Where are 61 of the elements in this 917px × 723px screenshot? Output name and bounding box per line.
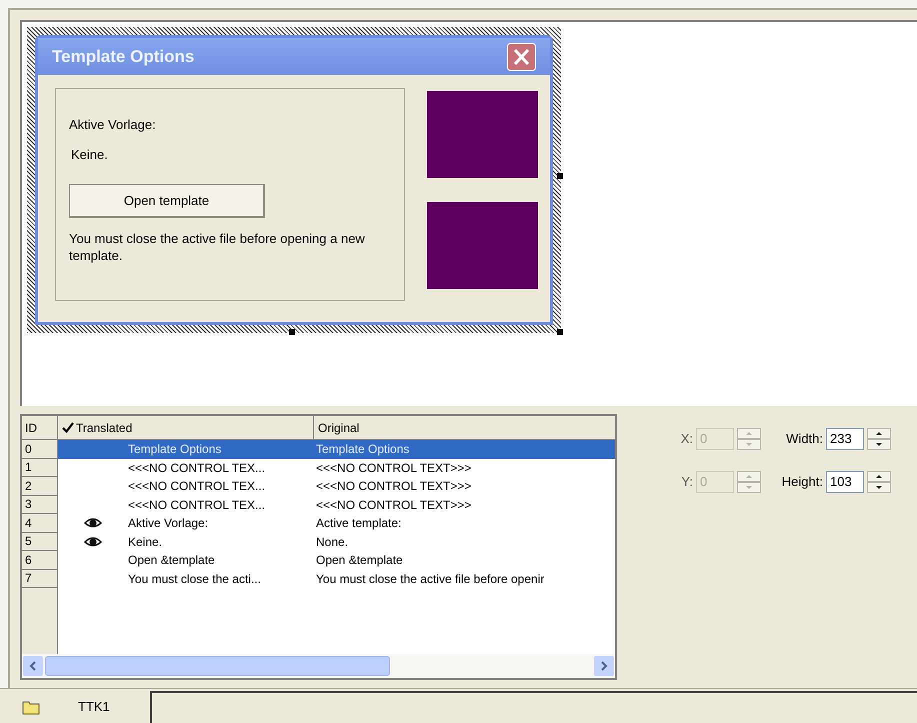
folder-icon xyxy=(22,700,40,714)
close-icon[interactable] xyxy=(507,42,536,70)
resize-handle[interactable] xyxy=(289,329,295,335)
number-field[interactable]: 233 xyxy=(826,428,864,450)
original-text: Active template: xyxy=(315,515,402,532)
translated-text: You must close the acti... xyxy=(128,570,262,588)
original-text: None. xyxy=(315,534,348,551)
translated-text: <<<NO CONTROL TEX... xyxy=(128,496,266,514)
eye-icon xyxy=(84,517,102,530)
scroll-right-button[interactable] xyxy=(594,656,614,676)
message-text: You must close the active file before opening a new template. xyxy=(69,230,366,264)
translated-text: Aktive Vorlage: xyxy=(128,515,210,532)
translated-text: <<<NO CONTROL TEX... xyxy=(128,460,266,477)
field-label: Height: xyxy=(782,472,823,491)
row-number: 4 xyxy=(22,514,58,532)
scroll-thumb[interactable] xyxy=(45,656,390,676)
original-text: <<<NO CONTROL TEXT>>> xyxy=(315,478,472,496)
checkmark-icon xyxy=(62,422,74,433)
resize-handle[interactable] xyxy=(557,173,563,179)
translated-text: Keine. xyxy=(128,534,164,551)
table-row[interactable]: <<<NO CONTROL TEX... <<<NO CONTROL TEXT>>> xyxy=(58,458,615,477)
row-number: 0 xyxy=(22,440,58,458)
column-header[interactable]: Original xyxy=(314,416,615,439)
spinner-arrows-icon[interactable] xyxy=(867,428,891,450)
row-number: 6 xyxy=(22,551,58,570)
translated-text: <<<NO CONTROL TEX... xyxy=(128,478,266,496)
open-template-button[interactable]: Open template xyxy=(69,184,265,218)
table-row[interactable]: <<<NO CONTROL TEX... <<<NO CONTROL TEXT>>> xyxy=(58,496,615,514)
original-text: <<<NO CONTROL TEXT>>> xyxy=(315,460,472,477)
original-text: Template Options xyxy=(315,441,410,458)
original-text: You must close the active file before openir xyxy=(315,570,544,588)
field-label: Y: xyxy=(681,472,693,491)
column-header[interactable]: ID xyxy=(22,416,58,439)
table-row[interactable]: You must close the acti... You must close the active file before openir xyxy=(58,570,615,588)
row-number: 3 xyxy=(22,496,58,514)
table-row[interactable]: Template Options Template Options xyxy=(58,440,615,458)
field-label: Width: xyxy=(786,430,823,448)
horizontal-scrollbar[interactable] xyxy=(22,654,615,678)
table-row[interactable]: Keine. None. xyxy=(58,532,615,551)
field-label: X: xyxy=(680,430,693,448)
table-row[interactable]: Aktive Vorlage: Active template: xyxy=(58,514,615,532)
row-number: 7 xyxy=(22,570,58,588)
table-row[interactable]: Open &template Open &template xyxy=(58,551,615,570)
translated-text: Template Options xyxy=(128,441,222,458)
table-row[interactable]: <<<NO CONTROL TEX... <<<NO CONTROL TEXT>>> xyxy=(58,477,615,496)
row-number: 1 xyxy=(22,458,58,477)
row-number: 2 xyxy=(22,477,58,496)
number-field[interactable]: 103 xyxy=(826,470,864,492)
original-text: <<<NO CONTROL TEXT>>> xyxy=(315,496,472,514)
eye-icon xyxy=(84,536,102,548)
translated-text: Open &template xyxy=(128,552,216,570)
dialog-title: Template Options xyxy=(52,46,194,68)
template-value: Keine. xyxy=(71,146,109,164)
row-number: 5 xyxy=(22,532,58,551)
column-header[interactable]: Translated xyxy=(58,416,314,439)
active-template-label: Aktive Vorlage: xyxy=(69,116,157,134)
scroll-left-button[interactable] xyxy=(23,656,43,676)
spinner-arrows-icon[interactable] xyxy=(867,470,891,492)
column-title: Translated xyxy=(76,420,132,436)
original-text: Open &template xyxy=(315,552,403,570)
resize-handle[interactable] xyxy=(557,329,563,335)
